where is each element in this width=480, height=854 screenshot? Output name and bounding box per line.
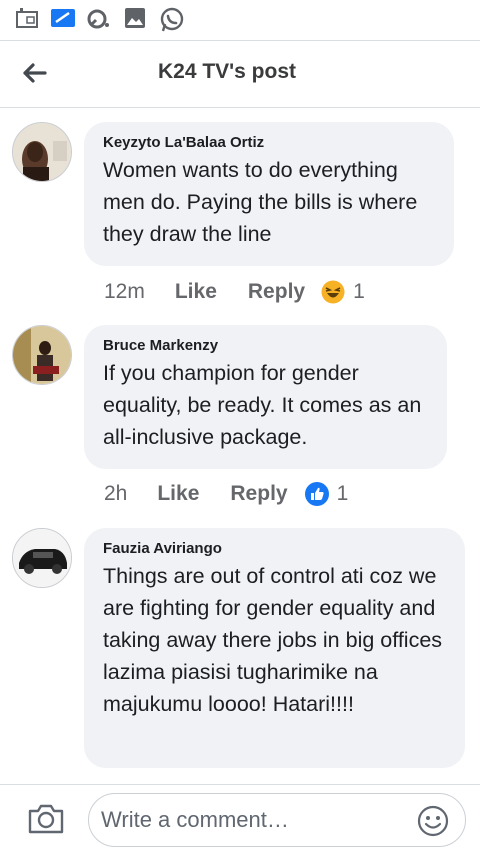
comment-author[interactable]: Fauzia Aviriango (103, 540, 447, 557)
avatar[interactable] (12, 325, 72, 385)
camera-button[interactable] (26, 801, 66, 837)
screen-icon (51, 9, 75, 27)
camera-icon (28, 804, 64, 834)
avatar[interactable] (12, 528, 72, 588)
like-button[interactable]: Like (157, 482, 199, 506)
comment-text: Women wants to do everything men do. Pay… (103, 158, 418, 246)
comment-time[interactable]: 2h (104, 482, 127, 506)
whatsapp-icon (160, 7, 184, 32)
comment-author[interactable]: Bruce Markenzy (103, 337, 429, 354)
like-button[interactable]: Like (175, 280, 217, 304)
sync-icon (87, 9, 109, 29)
status-bar (0, 0, 480, 40)
reaction-count[interactable]: 1 (353, 280, 365, 304)
haha-reaction-icon[interactable] (321, 280, 345, 304)
page-title: K24 TV's post (157, 60, 297, 83)
calendar-icon (16, 8, 38, 28)
reply-button[interactable]: Reply (248, 280, 305, 304)
reply-button[interactable]: Reply (230, 482, 287, 506)
emoji-button[interactable] (417, 805, 449, 837)
comment-text: If you champion for gender equality, be … (103, 361, 422, 449)
smiley-icon (417, 805, 449, 837)
comment-bubble: Fauzia Aviriango Things are out of contr… (84, 528, 465, 768)
comment-time[interactable]: 12m (104, 280, 145, 304)
comment-author[interactable]: Keyzyto La'Balaa Ortiz (103, 134, 436, 151)
comment-composer: Write a comment… (0, 784, 480, 854)
comment-actions: 12m Like Reply 1 (104, 278, 365, 306)
app-bar: K24 TV's post (0, 40, 480, 108)
avatar[interactable] (12, 122, 72, 182)
comment-text: Things are out of control ati coz we are… (103, 564, 443, 716)
reaction-count[interactable]: 1 (337, 482, 349, 506)
comment-input-placeholder: Write a comment… (101, 807, 289, 832)
comment-actions: 2h Like Reply 1 (104, 480, 348, 508)
like-reaction-icon[interactable] (304, 482, 329, 506)
comment-input[interactable]: Write a comment… (88, 793, 466, 847)
comment-bubble: Keyzyto La'Balaa Ortiz Women wants to do… (84, 122, 454, 266)
gallery-icon (125, 8, 145, 28)
comment-bubble: Bruce Markenzy If you champion for gende… (84, 325, 447, 469)
